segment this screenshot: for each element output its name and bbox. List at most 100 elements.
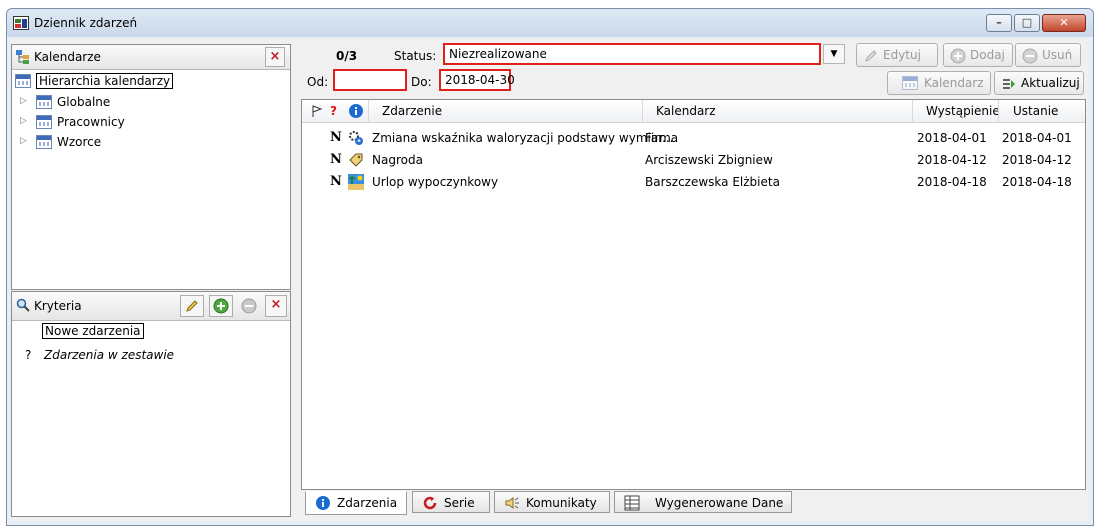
from-date-field[interactable] (333, 69, 407, 91)
event-calendar: Arciszewski Zbigniew (645, 153, 773, 167)
event-calendar: Barszczewska Elżbieta (645, 175, 780, 189)
tree-item-pracownicy[interactable]: ▷ Pracownicy (12, 113, 282, 132)
calendars-panel: Kalendarze × Hierarchia kalendarzy ▷ Glo… (11, 44, 291, 290)
tag-icon (349, 153, 363, 167)
column-separator (912, 100, 913, 122)
add-label: Dodaj (970, 48, 1005, 62)
calendar-icon (36, 115, 52, 129)
criteria-item-new[interactable]: Nowe zdarzenia (12, 322, 282, 341)
calendars-close-button[interactable]: × (265, 47, 285, 67)
tab-wygenerowane-dane[interactable]: Wygenerowane Dane (614, 491, 792, 513)
tree-item-globalne[interactable]: ▷ Globalne (12, 93, 282, 112)
criteria-header: Kryteria × (12, 292, 290, 321)
tree-root[interactable]: Hierarchia kalendarzy (12, 72, 282, 91)
pencil-icon (186, 300, 198, 312)
column-separator (368, 100, 369, 122)
tab-label: Komunikaty (526, 496, 597, 510)
tree-item-label: Pracownicy (57, 115, 125, 129)
close-icon: ✕ (1059, 16, 1069, 29)
add-button[interactable]: Dodaj (943, 43, 1013, 67)
remove-label: Usuń (1042, 48, 1073, 62)
info-icon[interactable] (348, 103, 364, 119)
event-name: Urlop wypoczynkowy (372, 175, 499, 189)
end-column-header[interactable]: Ustanie (1013, 104, 1058, 118)
chevron-down-icon: ▼ (830, 49, 838, 59)
pencil-icon (865, 50, 877, 62)
to-label: Do: (411, 75, 432, 89)
close-button[interactable]: ✕ (1042, 14, 1086, 32)
info-icon (316, 496, 330, 510)
status-marker: N (330, 174, 342, 189)
tab-zdarzenia[interactable]: Zdarzenia (305, 491, 407, 515)
tab-komunikaty[interactable]: Komunikaty (494, 491, 610, 513)
event-count: 0/3 (336, 49, 358, 63)
edit-button[interactable]: Edytuj (856, 43, 938, 67)
status-label: Status: (394, 49, 437, 63)
expand-icon[interactable]: ▷ (20, 116, 27, 126)
edit-label: Edytuj (883, 48, 921, 62)
calendar-column-header[interactable]: Kalendarz (656, 104, 716, 118)
remove-button[interactable]: Usuń (1015, 43, 1081, 67)
table-row[interactable]: N Urlop wypoczynkowy Barszczewska Elżbie… (302, 171, 1085, 193)
criteria-add-button[interactable] (209, 295, 233, 317)
calendar-button[interactable]: Kalendarz (887, 71, 991, 95)
status-dropdown-button[interactable]: ▼ (823, 44, 845, 64)
main-window: Dziennik zdarzeń – □ ✕ Kalendarze × Hier… (6, 8, 1094, 526)
grid-icon (624, 495, 640, 511)
plus-icon (213, 298, 229, 314)
criteria-remove-button[interactable] (238, 295, 260, 317)
criteria-item-label: Nowe zdarzenia (42, 323, 144, 339)
maximize-button[interactable]: □ (1014, 14, 1040, 32)
event-occurrence: 2018-04-12 (917, 153, 987, 167)
tree-item-label: Wzorce (57, 135, 102, 149)
tree-root-label: Hierarchia kalendarzy (36, 73, 174, 89)
criteria-edit-button[interactable] (180, 295, 204, 317)
status-select[interactable]: Niezrealizowane (443, 43, 821, 65)
settings-icon (349, 131, 363, 145)
status-marker: N (330, 130, 342, 145)
occurrence-column-header[interactable]: Wystąpienie (926, 104, 1000, 118)
criteria-title: Kryteria (34, 299, 82, 313)
event-calendar: Firma (645, 131, 679, 145)
event-occurrence: 2018-04-01 (917, 131, 987, 145)
column-separator (998, 100, 999, 122)
calendars-title: Kalendarze (34, 50, 101, 64)
status-marker: N (330, 152, 342, 167)
journal-icon (13, 16, 29, 30)
calendar-icon (36, 95, 52, 109)
table-row[interactable]: N Nagroda Arciszewski Zbigniew 2018-04-1… (302, 149, 1085, 171)
event-name: Zmiana wskaźnika waloryzacji podstawy wy… (372, 131, 674, 145)
event-end: 2018-04-12 (1002, 153, 1072, 167)
calendar-icon (15, 74, 31, 88)
series-icon (423, 496, 437, 510)
maximize-icon: □ (1021, 16, 1033, 29)
refresh-icon (1003, 79, 1015, 89)
criteria-close-button[interactable]: × (265, 295, 287, 317)
question-column[interactable]: ? (330, 104, 337, 118)
minus-icon (1022, 48, 1038, 64)
to-date-field[interactable]: 2018-04-30 (439, 69, 515, 91)
title-bar: Dziennik zdarzeń – □ ✕ (7, 9, 1093, 37)
tab-label: Wygenerowane Dane (655, 496, 784, 510)
refresh-label: Aktualizuj (1021, 76, 1080, 90)
event-end: 2018-04-18 (1002, 175, 1072, 189)
calendar-label: Kalendarz (924, 76, 984, 90)
column-separator (642, 100, 643, 122)
event-name: Nagroda (372, 153, 423, 167)
criteria-panel: Kryteria × Nowe zdarzenia ? Zdarzenia w … (11, 291, 291, 517)
criteria-item-prefix: ? (25, 348, 32, 362)
criteria-item-set[interactable]: ? Zdarzenia w zestawie (12, 346, 282, 365)
tab-serie[interactable]: Serie (412, 491, 490, 513)
flag-icon[interactable] (310, 104, 324, 118)
search-icon (16, 298, 30, 312)
expand-icon[interactable]: ▷ (20, 96, 27, 106)
calendar-icon (36, 135, 52, 149)
calendar-icon (902, 76, 918, 90)
event-column-header[interactable]: Zdarzenie (382, 104, 442, 118)
speaker-icon (505, 497, 519, 509)
tree-item-wzorce[interactable]: ▷ Wzorce (12, 133, 282, 152)
minimize-button[interactable]: – (986, 14, 1012, 32)
refresh-button[interactable]: Aktualizuj (994, 71, 1084, 95)
table-row[interactable]: N Zmiana wskaźnika waloryzacji podstawy … (302, 127, 1085, 149)
expand-icon[interactable]: ▷ (20, 136, 27, 146)
